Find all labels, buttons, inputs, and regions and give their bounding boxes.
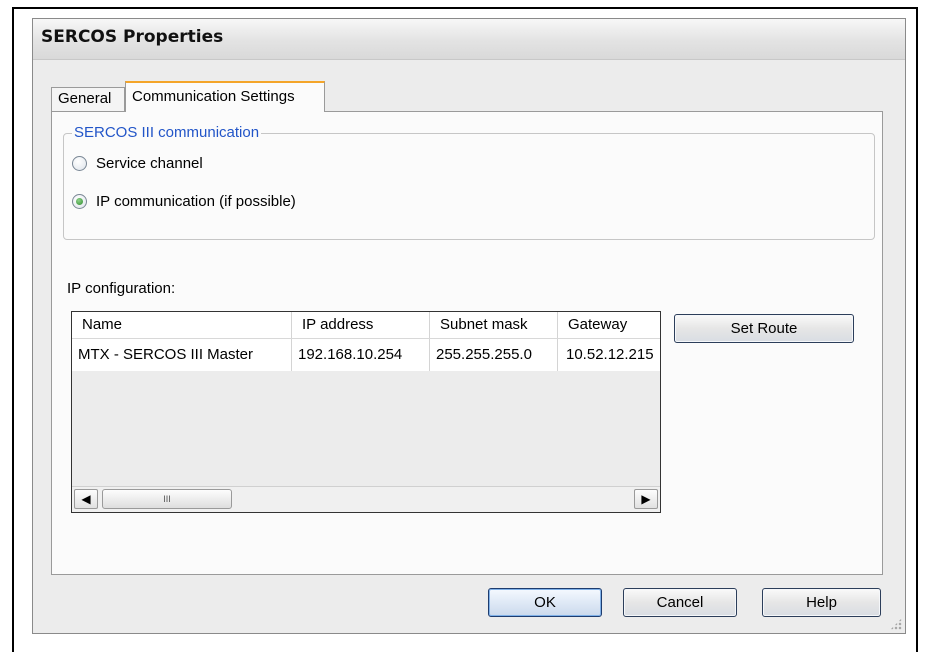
radio-selected-dot xyxy=(76,198,83,205)
radio-icon-unselected[interactable] xyxy=(72,156,87,171)
tab-communication-settings-label: Communication Settings xyxy=(132,88,295,105)
horizontal-scrollbar[interactable]: ◀ III ▶ xyxy=(72,486,660,512)
ok-button[interactable]: OK xyxy=(488,588,602,617)
cell-ip-address: 192.168.10.254 xyxy=(292,339,430,371)
tab-general-label: General xyxy=(58,90,112,107)
table-row[interactable]: MTX - SERCOS III Master 192.168.10.254 2… xyxy=(72,339,660,371)
chevron-left-icon: ◀ xyxy=(81,492,91,506)
radio-ip-communication-label: IP communication (if possible) xyxy=(96,193,296,210)
title-bar[interactable]: SERCOS Properties xyxy=(33,19,905,60)
radio-icon-selected[interactable] xyxy=(72,194,87,209)
radio-service-channel[interactable]: Service channel xyxy=(72,154,272,174)
column-header-subnet-mask[interactable]: Subnet mask xyxy=(430,312,558,338)
frame-line-top xyxy=(12,7,918,9)
scroll-thumb[interactable]: III xyxy=(102,489,232,509)
sercos-properties-dialog: SERCOS Properties General Communication … xyxy=(32,18,906,634)
cell-subnet-mask: 255.255.255.0 xyxy=(430,339,558,371)
frame-line-left xyxy=(12,7,14,652)
group-legend: SERCOS III communication xyxy=(72,124,262,142)
resize-grip-icon[interactable] xyxy=(890,618,902,630)
chevron-right-icon: ▶ xyxy=(641,492,651,506)
set-route-button[interactable]: Set Route xyxy=(674,314,854,343)
scroll-thumb-grip: III xyxy=(163,494,171,504)
sercos-communication-group: SERCOS III communication Service channel… xyxy=(63,124,875,240)
scroll-left-button[interactable]: ◀ xyxy=(74,489,98,509)
help-button[interactable]: Help xyxy=(762,588,881,617)
window-title: SERCOS Properties xyxy=(41,27,224,47)
radio-ip-communication[interactable]: IP communication (if possible) xyxy=(72,192,372,212)
tab-general[interactable]: General xyxy=(51,87,125,111)
ip-configuration-label: IP configuration: xyxy=(67,280,176,297)
column-header-gateway[interactable]: Gateway xyxy=(558,312,660,338)
column-header-name[interactable]: Name xyxy=(72,312,292,338)
tab-communication-settings[interactable]: Communication Settings xyxy=(125,81,325,112)
cell-gateway: 10.52.12.215 xyxy=(566,346,654,363)
frame-line-right xyxy=(916,7,918,652)
table-header: Name IP address Subnet mask Gateway xyxy=(72,312,660,339)
column-header-ip-address[interactable]: IP address xyxy=(292,312,430,338)
scroll-right-button[interactable]: ▶ xyxy=(634,489,658,509)
cell-name: MTX - SERCOS III Master xyxy=(72,339,292,371)
ip-configuration-table[interactable]: Name IP address Subnet mask Gateway MTX … xyxy=(71,311,661,513)
communication-settings-panel: SERCOS III communication Service channel… xyxy=(51,111,883,575)
radio-service-channel-label: Service channel xyxy=(96,155,203,172)
cancel-button[interactable]: Cancel xyxy=(623,588,737,617)
